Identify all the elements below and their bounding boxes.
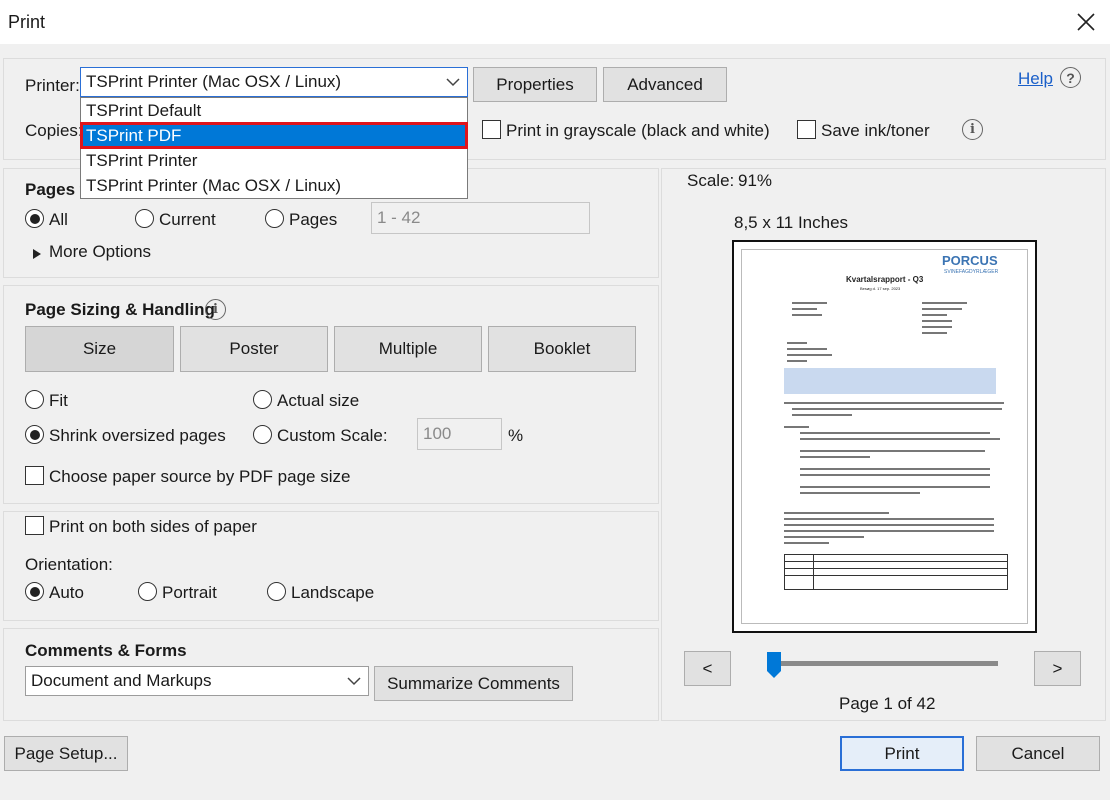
advanced-button[interactable]: Advanced <box>603 67 727 102</box>
actual-size-radio[interactable] <box>253 390 272 409</box>
document-thumbnail: PORCUS SVINEFAGDYRLÆGER Kvartalsrapport … <box>741 249 1028 624</box>
save-ink-checkbox[interactable] <box>797 120 816 139</box>
printer-select-value: TSPrint Printer (Mac OSX / Linux) <box>86 72 342 91</box>
comments-select-value: Document and Markups <box>31 671 212 690</box>
help-link[interactable]: Help <box>1018 69 1053 89</box>
shrink-radio[interactable] <box>25 425 44 444</box>
pages-all-label: All <box>49 210 68 229</box>
tab-size[interactable]: Size <box>25 326 174 372</box>
page-setup-button[interactable]: Page Setup... <box>4 736 128 771</box>
next-page-button[interactable]: > <box>1034 651 1081 686</box>
page-indicator: Page 1 of 42 <box>839 694 936 713</box>
orientation-portrait-label: Portrait <box>162 583 217 602</box>
copies-label: Copies: <box>25 121 83 140</box>
save-ink-label: Save ink/toner <box>821 121 930 140</box>
orientation-auto-radio[interactable] <box>25 582 44 601</box>
title-bar <box>0 0 1110 44</box>
orientation-landscape-radio[interactable] <box>267 582 286 601</box>
orientation-portrait-radio[interactable] <box>138 582 157 601</box>
pages-range-input[interactable]: 1 - 42 <box>371 202 590 234</box>
prev-page-button[interactable]: < <box>684 651 731 686</box>
paper-size-label: 8,5 x 11 Inches <box>734 213 849 232</box>
tab-booklet[interactable]: Booklet <box>488 326 636 372</box>
pages-range-label: Pages <box>289 210 338 229</box>
triangle-right-icon[interactable] <box>32 245 42 265</box>
page-slider-thumb[interactable] <box>766 651 782 684</box>
print-button[interactable]: Print <box>840 736 964 771</box>
comments-select[interactable]: Document and Markups <box>25 666 369 696</box>
printer-option-pdf[interactable]: TSPrint PDF <box>80 122 468 149</box>
pages-current-radio[interactable] <box>135 209 154 228</box>
page-slider-track[interactable] <box>772 661 998 666</box>
info-icon[interactable]: i <box>962 119 983 140</box>
actual-size-label: Actual size <box>277 391 360 410</box>
fit-label: Fit <box>49 391 68 410</box>
pages-all-radio[interactable] <box>25 209 44 228</box>
more-options-label[interactable]: More Options <box>49 242 151 262</box>
grayscale-label: Print in grayscale (black and white) <box>506 121 770 140</box>
sizing-heading: Page Sizing & Handling <box>25 300 215 319</box>
doc-title: Kvartalsrapport - Q3 <box>846 275 924 284</box>
printer-label: Printer: <box>25 76 80 95</box>
help-icon[interactable]: ? <box>1060 67 1081 88</box>
printer-select[interactable]: TSPrint Printer (Mac OSX / Linux) <box>80 67 468 97</box>
window-title: Print <box>8 12 46 32</box>
printer-option-printer[interactable]: TSPrint Printer <box>81 148 467 173</box>
both-sides-checkbox[interactable] <box>25 516 44 535</box>
comments-heading: Comments & Forms <box>25 641 187 660</box>
doc-logo: PORCUS <box>942 253 998 268</box>
percent-label: % <box>508 426 524 445</box>
doc-logo-sub: SVINEFAGDYRLÆGER <box>944 269 999 275</box>
shrink-label: Shrink oversized pages <box>49 426 226 445</box>
scale-label: Scale: <box>687 171 735 190</box>
tab-multiple[interactable]: Multiple <box>334 326 482 372</box>
page-preview: PORCUS SVINEFAGDYRLÆGER Kvartalsrapport … <box>732 240 1037 633</box>
scale-value: 91% <box>738 171 773 190</box>
chevron-down-icon <box>439 68 467 96</box>
pages-heading: Pages t <box>25 180 86 199</box>
summarize-comments-button[interactable]: Summarize Comments <box>374 666 573 701</box>
chevron-down-icon <box>340 667 368 695</box>
fit-radio[interactable] <box>25 390 44 409</box>
printer-option-default[interactable]: TSPrint Default <box>81 98 467 123</box>
both-sides-label: Print on both sides of paper <box>49 517 257 536</box>
doc-subtitle: Besøg d. 17 sep. 2023 <box>860 286 901 291</box>
printer-dropdown-list: TSPrint Default TSPrint PDF TSPrint Prin… <box>80 97 468 199</box>
custom-scale-input[interactable]: 100 <box>417 418 502 450</box>
orientation-label: Orientation: <box>25 555 113 574</box>
printer-option-mac-linux[interactable]: TSPrint Printer (Mac OSX / Linux) <box>81 173 467 198</box>
custom-scale-radio[interactable] <box>253 425 272 444</box>
properties-button[interactable]: Properties <box>473 67 597 102</box>
close-icon[interactable] <box>1072 8 1100 36</box>
orientation-auto-label: Auto <box>49 583 84 602</box>
grayscale-checkbox[interactable] <box>482 120 501 139</box>
paper-source-label: Choose paper source by PDF page size <box>49 467 351 486</box>
orientation-landscape-label: Landscape <box>291 583 375 602</box>
sizing-info-icon[interactable]: i <box>205 299 226 320</box>
tab-poster[interactable]: Poster <box>180 326 328 372</box>
pages-current-label: Current <box>159 210 216 229</box>
custom-scale-label: Custom Scale: <box>277 426 388 445</box>
cancel-button[interactable]: Cancel <box>976 736 1100 771</box>
paper-source-checkbox[interactable] <box>25 466 44 485</box>
pages-range-radio[interactable] <box>265 209 284 228</box>
